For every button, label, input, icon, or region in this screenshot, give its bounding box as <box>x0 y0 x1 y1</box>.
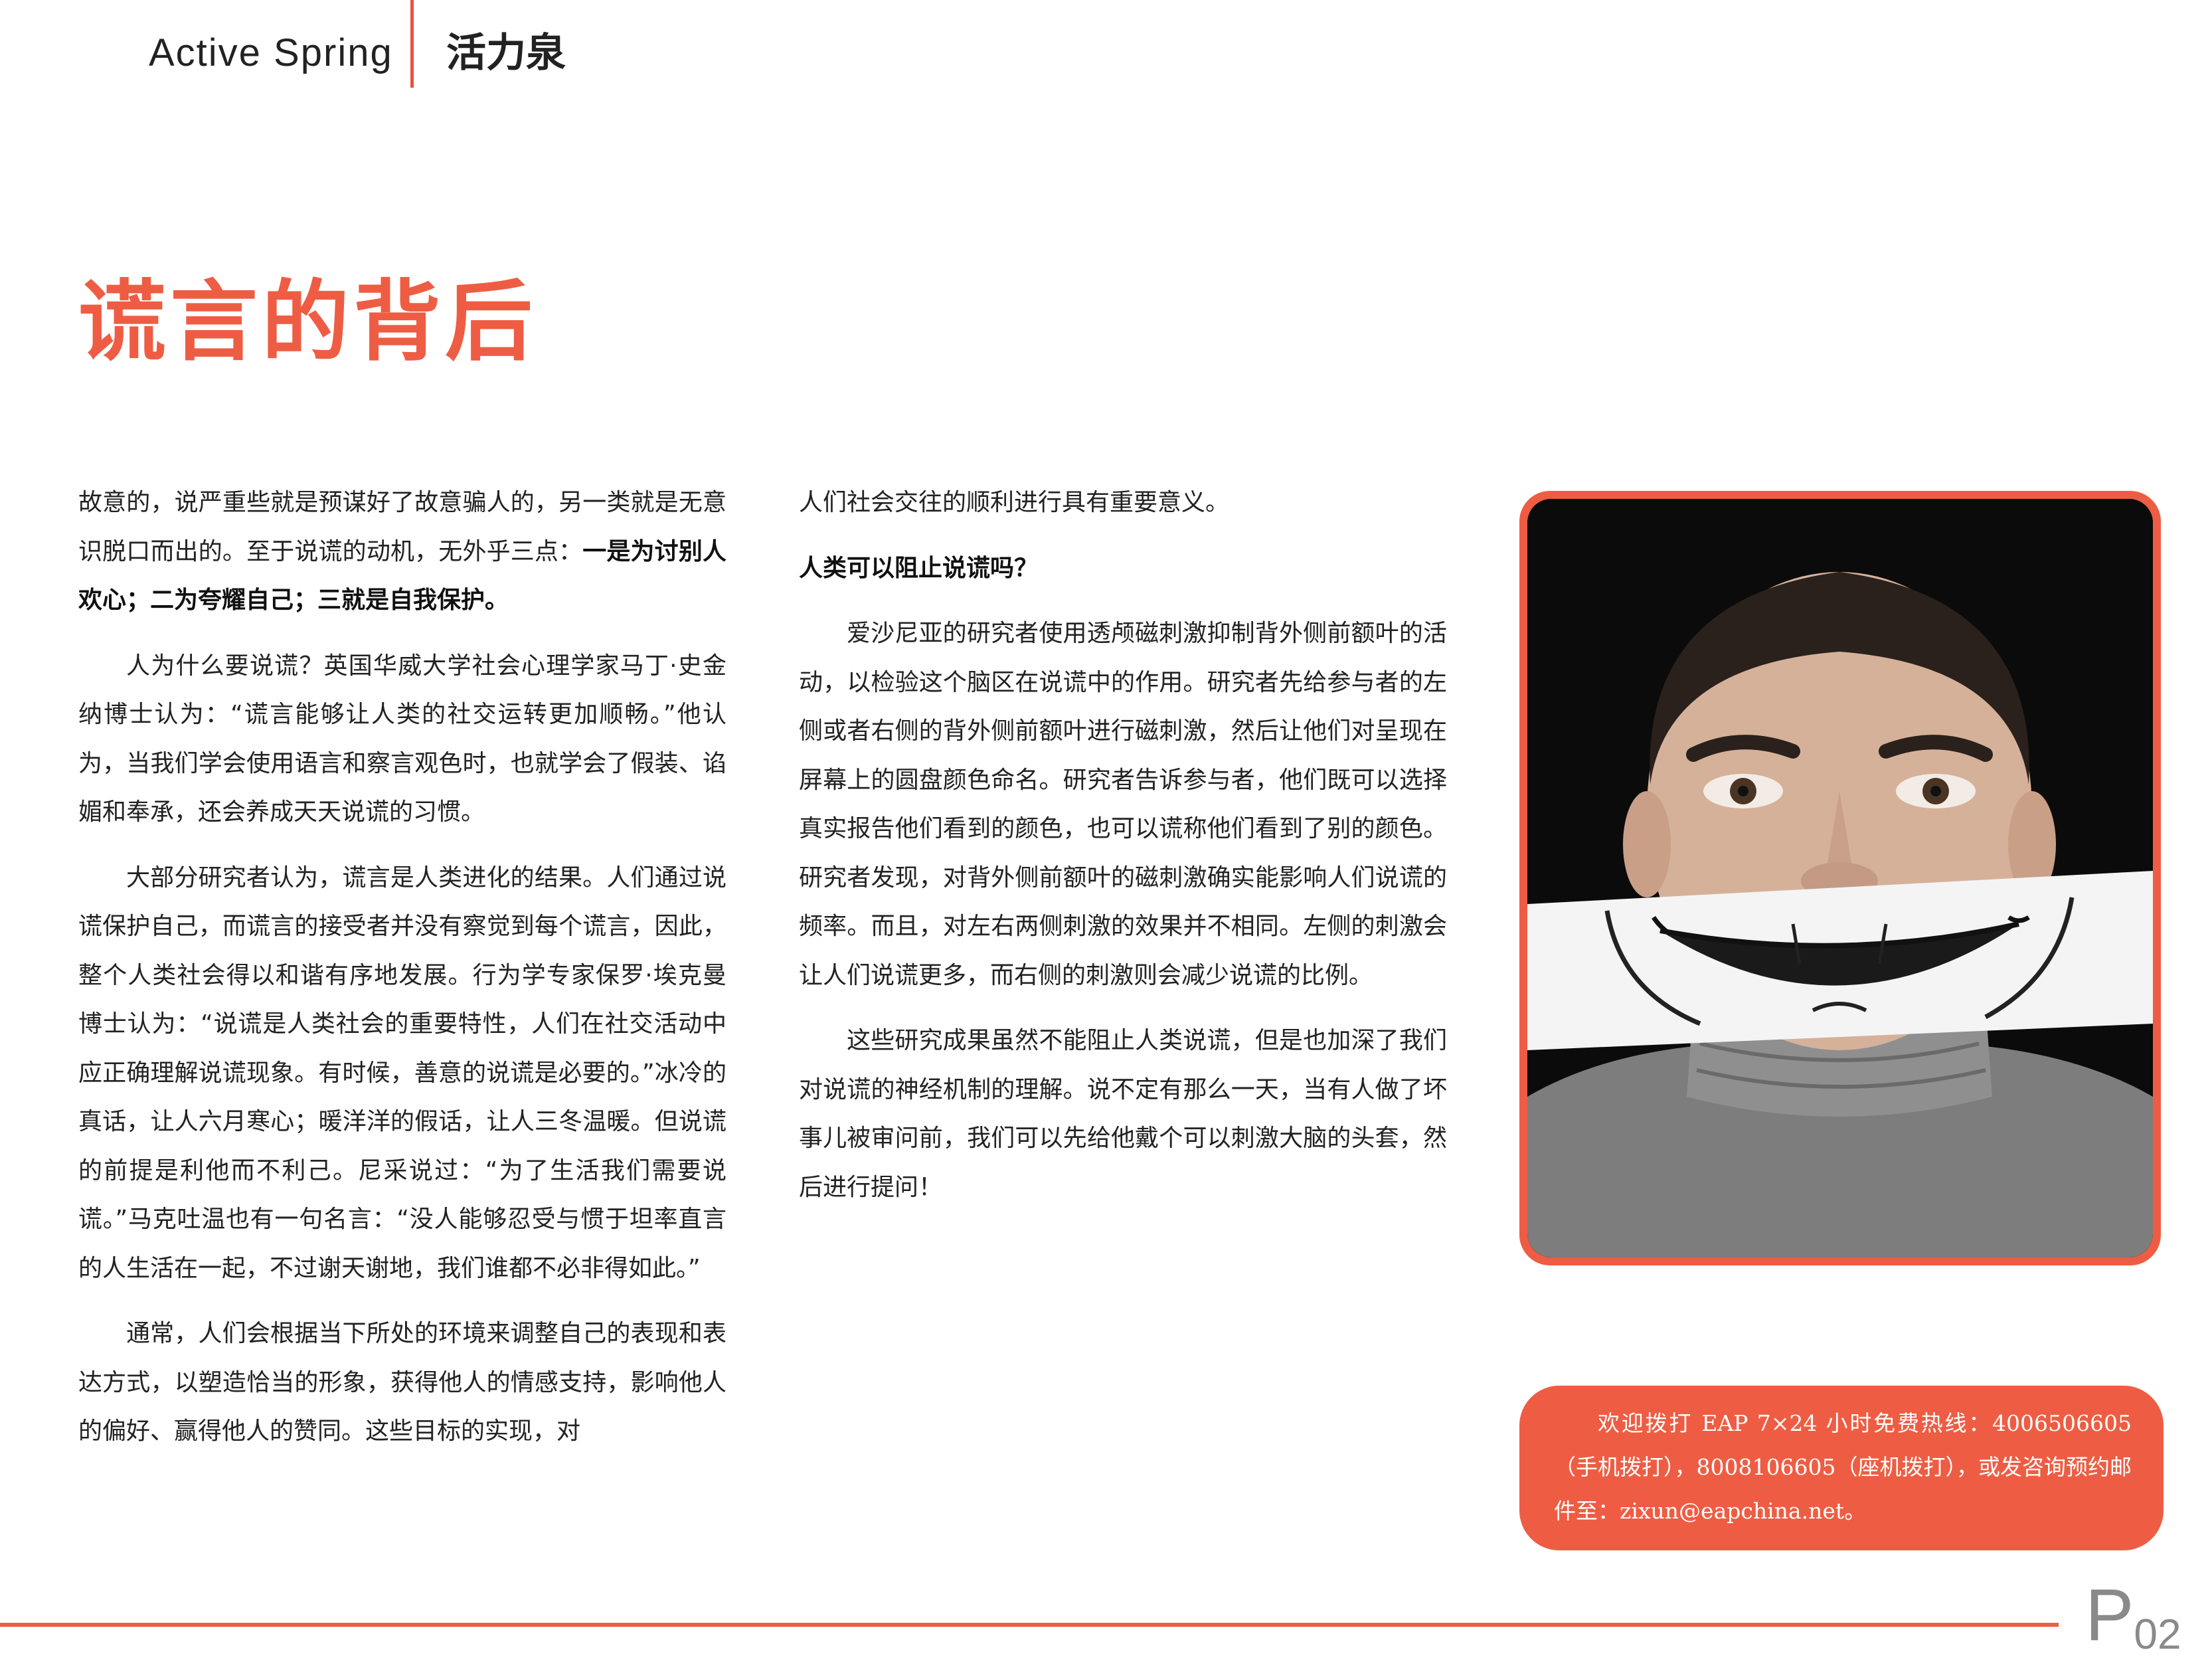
brand-name-chinese: 活力泉 <box>446 30 566 76</box>
paragraph: 这些研究成果虽然不能阻止人类说谎，但是也加深了我们对说谎的神经机制的理解。说不定… <box>799 1027 1447 1201</box>
paragraph: 大部分研究者认为，谎言是人类进化的结果。人们通过说谎保护自己，而谎言的接受者并没… <box>78 864 726 1282</box>
paragraph: 人们社会交往的顺利进行具有重要意义。 <box>799 489 1230 516</box>
photo-frame <box>1519 491 2161 1265</box>
article-title: 谎言的背后 <box>78 271 537 373</box>
man-with-paper-smile-illustration <box>1527 499 2153 1257</box>
brand-name-english: Active Spring <box>149 31 393 74</box>
portrait-photo <box>1527 499 2153 1257</box>
paragraph: 人为什么要说谎？英国华威大学社会心理学家马丁·史金纳博士认为：“谎言能够让人类的… <box>78 652 726 826</box>
page-number: P02 <box>2085 1574 2212 1658</box>
article-column-left: 故意的，说严重些就是预谋好了故意骗人的，另一类就是无意识脱口而出的。至于说谎的动… <box>78 478 726 1473</box>
section-heading: 人类可以阻止说谎吗？ <box>799 554 1039 582</box>
paragraph: 通常，人们会根据当下所处的环境来调整自己的表现和表达方式，以塑造恰当的形象，获得… <box>78 1320 726 1445</box>
paragraph: 故意的，说严重些就是预谋好了故意骗人的，另一类就是无意识脱口而出的。至于说谎的动… <box>78 478 726 625</box>
footer-rule <box>0 1623 2059 1627</box>
page-prefix: P <box>2085 1574 2134 1656</box>
article-column-middle: 人们社会交往的顺利进行具有重要意义。 人类可以阻止说谎吗？ 爱沙尼亚的研究者使用… <box>799 478 1447 1228</box>
page-number-digits: 02 <box>2134 1610 2181 1658</box>
hotline-notice: 欢迎拨打 EAP 7×24 小时免费热线：4006506605（手机拨打），80… <box>1519 1386 2164 1550</box>
paragraph: 爱沙尼亚的研究者使用透颅磁刺激抑制背外侧前额叶的活动，以检验这个脑区在说谎中的作… <box>799 620 1447 989</box>
header-divider <box>410 0 414 88</box>
